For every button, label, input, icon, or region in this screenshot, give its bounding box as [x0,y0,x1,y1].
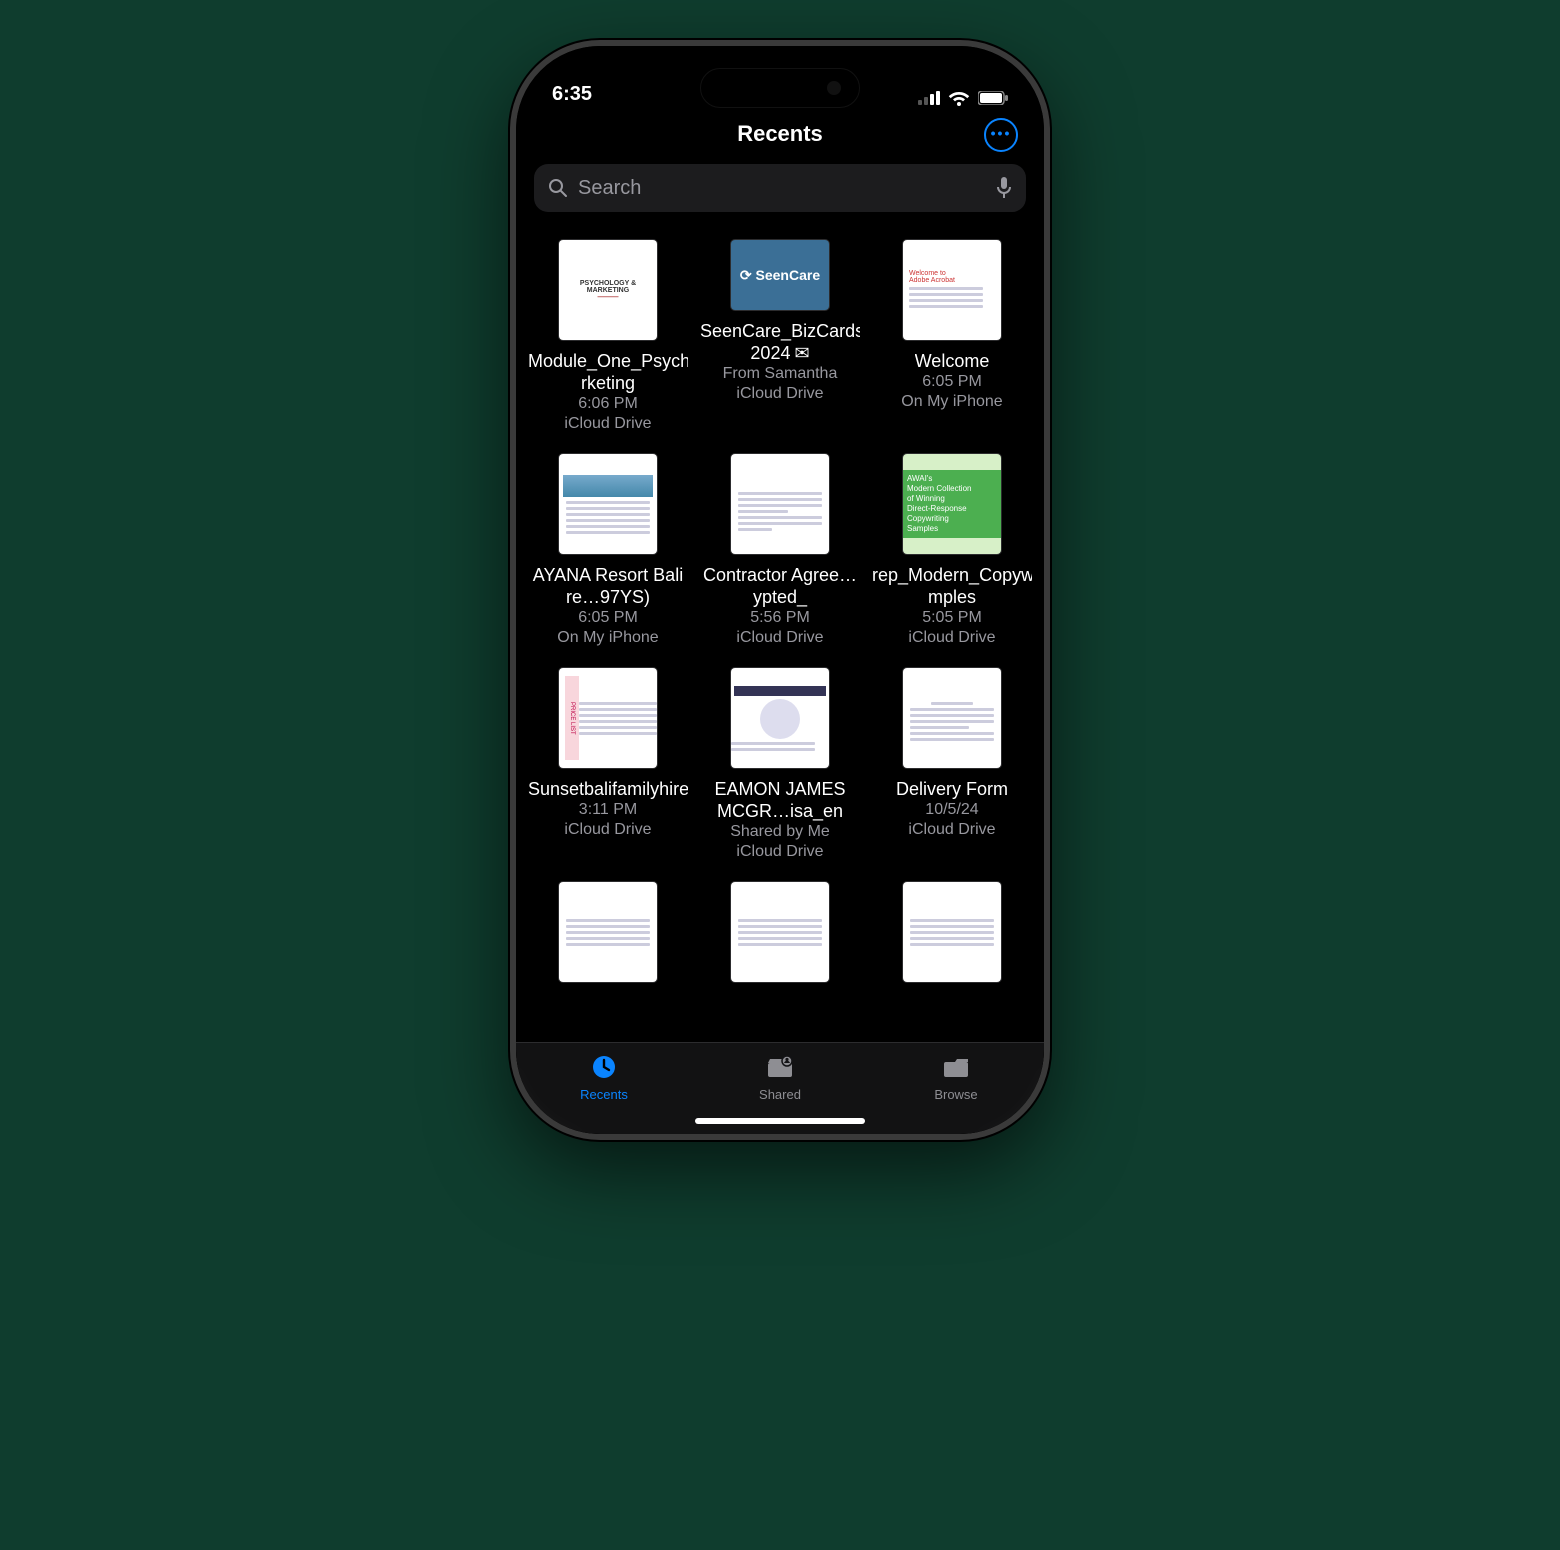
file-item[interactable]: ⟳ SeenCare SeenCare_BizCards_…2024✉︎ Fro… [694,226,866,440]
browse-icon [941,1053,971,1084]
file-meta-line1: From Samantha [723,364,838,384]
file-item[interactable] [522,868,694,998]
power-button [1048,336,1050,446]
file-thumbnail [903,882,1001,982]
shared-icon: ✉︎ [794,342,809,364]
file-name: Delivery Form [896,778,1008,800]
file-thumbnail [731,454,829,554]
file-meta-line2: iCloud Drive [736,384,823,404]
file-meta-line1: 10/5/24 [925,800,978,820]
file-meta-line1: 6:05 PM [578,608,638,628]
tab-label: Browse [934,1087,977,1102]
file-thumbnail: PSYCHOLOGY &MARKETING——— [559,240,657,340]
file-meta-line2: iCloud Drive [736,628,823,648]
file-item[interactable]: Welcome toAdobe Acrobat Welcome 6:05 PM … [866,226,1038,440]
dynamic-island [700,68,860,108]
file-meta-line2: iCloud Drive [564,414,651,434]
tab-bar: Recents Shared Browse [516,1042,1044,1134]
file-item[interactable]: Contractor Agree…ypted_ 5:56 PM iCloud D… [694,440,866,654]
recents-icon [589,1053,619,1084]
file-thumbnail [731,882,829,982]
file-thumbnail [731,668,829,768]
file-thumbnail [559,454,657,554]
status-icons [918,90,1008,106]
file-meta-line2: iCloud Drive [736,842,823,862]
shared-icon [765,1053,795,1084]
status-time: 6:35 [552,83,592,106]
file-meta-line1: 6:06 PM [578,394,638,414]
file-name: EAMON JAMES MCGR…isa_en [700,778,860,822]
nav-header: Recents ••• [516,110,1044,158]
files-grid-scroll[interactable]: PSYCHOLOGY &MARKETING——— Module_One_Psyc… [516,222,1044,1042]
search-input[interactable] [578,177,986,200]
file-meta-line2: On My iPhone [901,392,1002,412]
file-name: AYANA Resort Bali re…97YS) [528,564,688,608]
files-grid: PSYCHOLOGY &MARKETING——— Module_One_Psyc… [522,226,1038,998]
more-button[interactable]: ••• [984,118,1018,152]
search-bar[interactable] [534,164,1026,212]
file-name: Contractor Agree…ypted_ [700,564,860,608]
file-item[interactable] [694,868,866,998]
file-name: Module_One_Psychol…rketing [528,350,688,394]
phone-frame: 6:35 Recents ••• PSYCHOLOGY &MA [510,40,1050,1140]
file-name: rep_Modern_Copywri…mples [872,564,1032,608]
file-item[interactable]: Delivery Form 10/5/24 iCloud Drive [866,654,1038,868]
file-meta-line2: iCloud Drive [564,820,651,840]
file-meta-line1: 3:11 PM [579,800,637,820]
file-meta-line1: 5:56 PM [750,608,810,628]
file-meta-line1: 5:05 PM [922,608,982,628]
home-indicator[interactable] [695,1118,865,1124]
file-meta-line2: On My iPhone [557,628,658,648]
file-item[interactable]: AYANA Resort Bali re…97YS) 6:05 PM On My… [522,440,694,654]
file-meta-line2: iCloud Drive [908,628,995,648]
file-name: Sunsetbalifamilyhire.pricelist [528,778,688,800]
cellular-icon [918,91,940,105]
file-item[interactable]: PRICE LIST Sunsetbalifamilyhire.pricelis… [522,654,694,868]
file-thumbnail: AWAI'sModern Collectionof WinningDirect-… [903,454,1001,554]
volume-up-button [510,316,512,386]
tab-label: Shared [759,1087,801,1102]
file-name: SeenCare_BizCards_…2024✉︎ [700,320,860,364]
file-item[interactable]: PSYCHOLOGY &MARKETING——— Module_One_Psyc… [522,226,694,440]
side-button [510,246,512,286]
file-item[interactable]: AWAI'sModern Collectionof WinningDirect-… [866,440,1038,654]
file-thumbnail: ⟳ SeenCare [731,240,829,310]
tab-recents[interactable]: Recents [554,1053,654,1102]
tab-label: Recents [580,1087,628,1102]
file-meta-line1: 6:05 PM [922,372,982,392]
tab-browse[interactable]: Browse [906,1053,1006,1102]
file-thumbnail [903,668,1001,768]
wifi-icon [948,90,970,106]
page-title: Recents [737,121,823,147]
file-meta-line1: Shared by Me [730,822,830,842]
volume-down-button [510,406,512,476]
file-name: Welcome [915,350,990,372]
file-thumbnail [559,882,657,982]
tab-shared[interactable]: Shared [730,1053,830,1102]
microphone-icon[interactable] [996,177,1012,199]
file-thumbnail: Welcome toAdobe Acrobat [903,240,1001,340]
file-item[interactable] [866,868,1038,998]
file-thumbnail: PRICE LIST [559,668,657,768]
battery-icon [978,91,1008,105]
file-item[interactable]: EAMON JAMES MCGR…isa_en Shared by Me iCl… [694,654,866,868]
search-icon [548,178,568,198]
file-meta-line2: iCloud Drive [908,820,995,840]
